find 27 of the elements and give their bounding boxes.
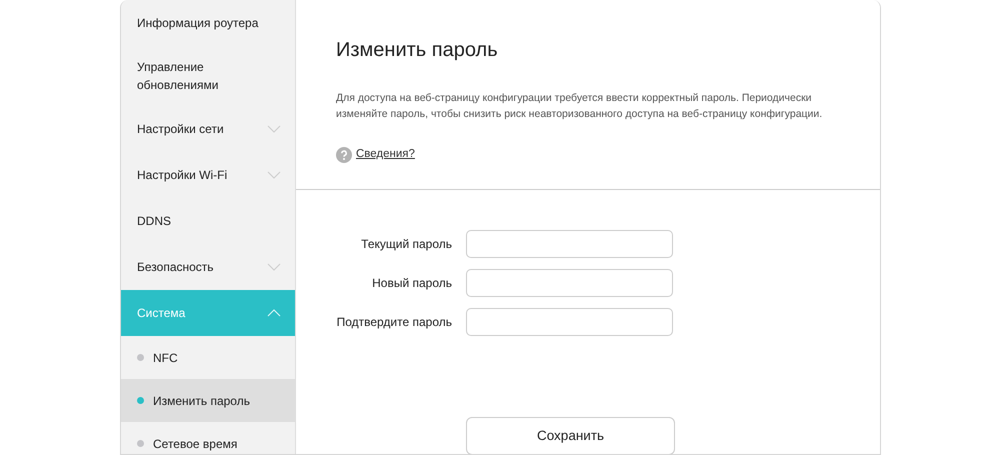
- chevron-down-icon: [267, 171, 281, 179]
- save-button[interactable]: Сохранить: [466, 417, 675, 454]
- sidebar-item[interactable]: Управление обновлениями: [121, 46, 295, 106]
- submenu-item[interactable]: Изменить пароль: [121, 379, 295, 422]
- field-label: Новый пароль: [371, 275, 452, 292]
- chevron-up-icon: [267, 309, 281, 317]
- sidebar-item[interactable]: Информация роутера: [121, 0, 295, 46]
- submenu-item[interactable]: Сетевое время: [121, 422, 295, 454]
- help-link[interactable]: Сведения?: [356, 146, 415, 164]
- bullet-icon: [137, 440, 144, 447]
- password-field[interactable]: [466, 308, 673, 336]
- bullet-icon: [137, 354, 144, 361]
- password-field[interactable]: [466, 230, 673, 258]
- chevron-down-icon: [267, 263, 281, 271]
- sidebar-item[interactable]: Безопасность: [121, 244, 295, 290]
- page-title: Изменить пароль: [336, 38, 499, 62]
- sidebar-item[interactable]: Настройки сети: [121, 106, 295, 152]
- description-text: Для доступа на веб-страницу конфигурации требуется ввести корректный пароль. Периодически изменяйте пароль, чтобы снизить риск неавторизованного доступа на веб-страницу конфигурации.: [336, 91, 824, 122]
- field-label: Подтвердите пароль: [336, 314, 452, 331]
- password-field[interactable]: [466, 269, 673, 297]
- bullet-icon: [137, 397, 144, 404]
- submenu-item[interactable]: NFC: [121, 336, 295, 379]
- help-icon: [336, 146, 352, 163]
- chevron-down-icon: [267, 125, 281, 133]
- sidebar-item[interactable]: DDNS: [121, 198, 295, 244]
- field-label: Текущий пароль: [360, 236, 452, 253]
- sidebar-item[interactable]: Настройки Wi-Fi: [121, 152, 295, 198]
